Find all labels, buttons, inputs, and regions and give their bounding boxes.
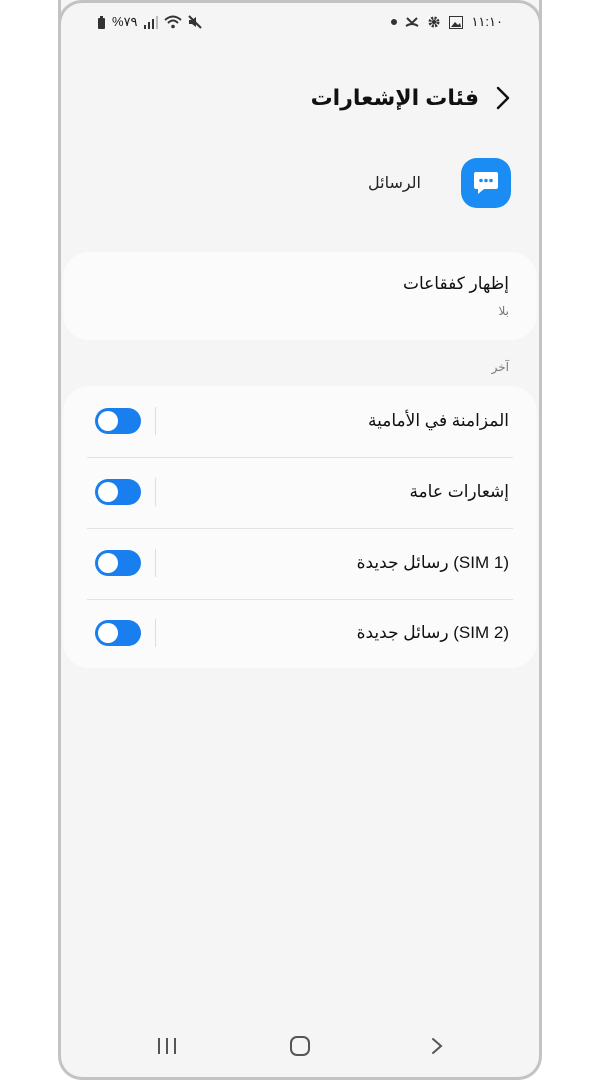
toggle-knob xyxy=(98,553,118,573)
navigation-bar xyxy=(61,1026,539,1066)
vertical-divider xyxy=(155,478,156,506)
chevron-right-icon xyxy=(496,86,510,110)
recents-button[interactable] xyxy=(147,1026,187,1066)
bubbles-value: بلا xyxy=(498,304,510,318)
clock-time: ١١:١٠ xyxy=(471,14,503,29)
home-icon xyxy=(290,1036,310,1056)
messages-icon xyxy=(461,158,511,208)
list-item[interactable]: رسائل جديدة (SIM 1) xyxy=(87,528,513,598)
status-bar: %٧٩ ١١:١٠ xyxy=(61,14,539,38)
list-item-label: المزامنة في الأمامية xyxy=(368,411,509,430)
back-nav-button[interactable] xyxy=(417,1026,457,1066)
recents-icon xyxy=(158,1038,176,1054)
toggle-switch[interactable] xyxy=(95,550,141,576)
battery-percent: %٧٩ xyxy=(112,14,138,29)
vertical-divider xyxy=(155,619,156,647)
mute-icon xyxy=(187,15,202,29)
signal-icon xyxy=(143,15,158,29)
toggle-knob xyxy=(98,411,118,431)
gallery-icon xyxy=(449,15,464,29)
toggle-switch[interactable] xyxy=(95,479,141,505)
bubbles-setting[interactable]: إظهار كفقاعات بلا xyxy=(63,252,537,340)
list-item[interactable]: رسائل جديدة (SIM 2) xyxy=(87,598,513,668)
vertical-divider xyxy=(155,549,156,577)
page-header: فئات الإشعارات xyxy=(311,84,513,112)
app-info: الرسائل xyxy=(368,158,511,208)
app-name: الرسائل xyxy=(368,175,421,192)
list-item-label: رسائل جديدة (SIM 2) xyxy=(356,623,509,642)
toggle-knob xyxy=(98,482,118,502)
bubbles-title: إظهار كفقاعات xyxy=(402,274,509,293)
vertical-divider xyxy=(155,407,156,435)
wifi-icon xyxy=(163,15,182,29)
toggle-switch[interactable] xyxy=(95,408,141,434)
home-button[interactable] xyxy=(280,1026,320,1066)
battery-icon xyxy=(97,15,106,29)
toggle-switch[interactable] xyxy=(95,620,141,646)
dot-icon xyxy=(391,19,398,25)
toggle-knob xyxy=(98,623,118,643)
back-button[interactable] xyxy=(493,84,513,112)
list-item-label: إشعارات عامة xyxy=(409,482,509,501)
list-item[interactable]: المزامنة في الأمامية xyxy=(87,386,513,456)
categories-list: المزامنة في الأمامية إشعارات عامة رسائل … xyxy=(63,386,537,668)
section-label-other: آخر xyxy=(491,360,509,374)
phone-frame: %٧٩ ١١:١٠ فئات الإشعارات الرسائل إظهار ك… xyxy=(58,0,542,1080)
settings-icon xyxy=(427,15,441,29)
list-item[interactable]: إشعارات عامة xyxy=(87,457,513,527)
list-item-label: رسائل جديدة (SIM 1) xyxy=(356,553,509,572)
page-title: فئات الإشعارات xyxy=(310,85,479,110)
back-icon xyxy=(432,1038,443,1054)
missed-call-icon xyxy=(405,15,420,29)
